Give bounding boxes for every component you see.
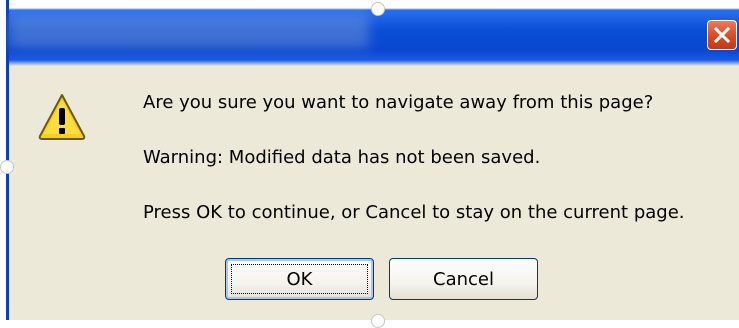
close-icon [713, 26, 731, 44]
confirm-dialog: Are you sure you want to navigate away f… [6, 0, 739, 320]
ok-button[interactable]: OK [225, 258, 374, 300]
resize-handle-bottom[interactable] [371, 314, 385, 328]
cancel-button[interactable]: Cancel [389, 258, 538, 300]
resize-handle-left[interactable] [0, 160, 14, 174]
resize-handle-top[interactable] [371, 2, 385, 16]
cancel-button-label: Cancel [433, 268, 494, 290]
focus-ring [231, 264, 368, 294]
message-question: Are you sure you want to navigate away f… [143, 92, 654, 113]
message-instructions: Press OK to continue, or Cancel to stay … [143, 202, 685, 223]
message-warning: Warning: Modified data has not been save… [143, 147, 541, 168]
close-button[interactable] [707, 20, 737, 50]
warning-icon [38, 94, 86, 140]
title-bar-highlight [9, 14, 369, 48]
